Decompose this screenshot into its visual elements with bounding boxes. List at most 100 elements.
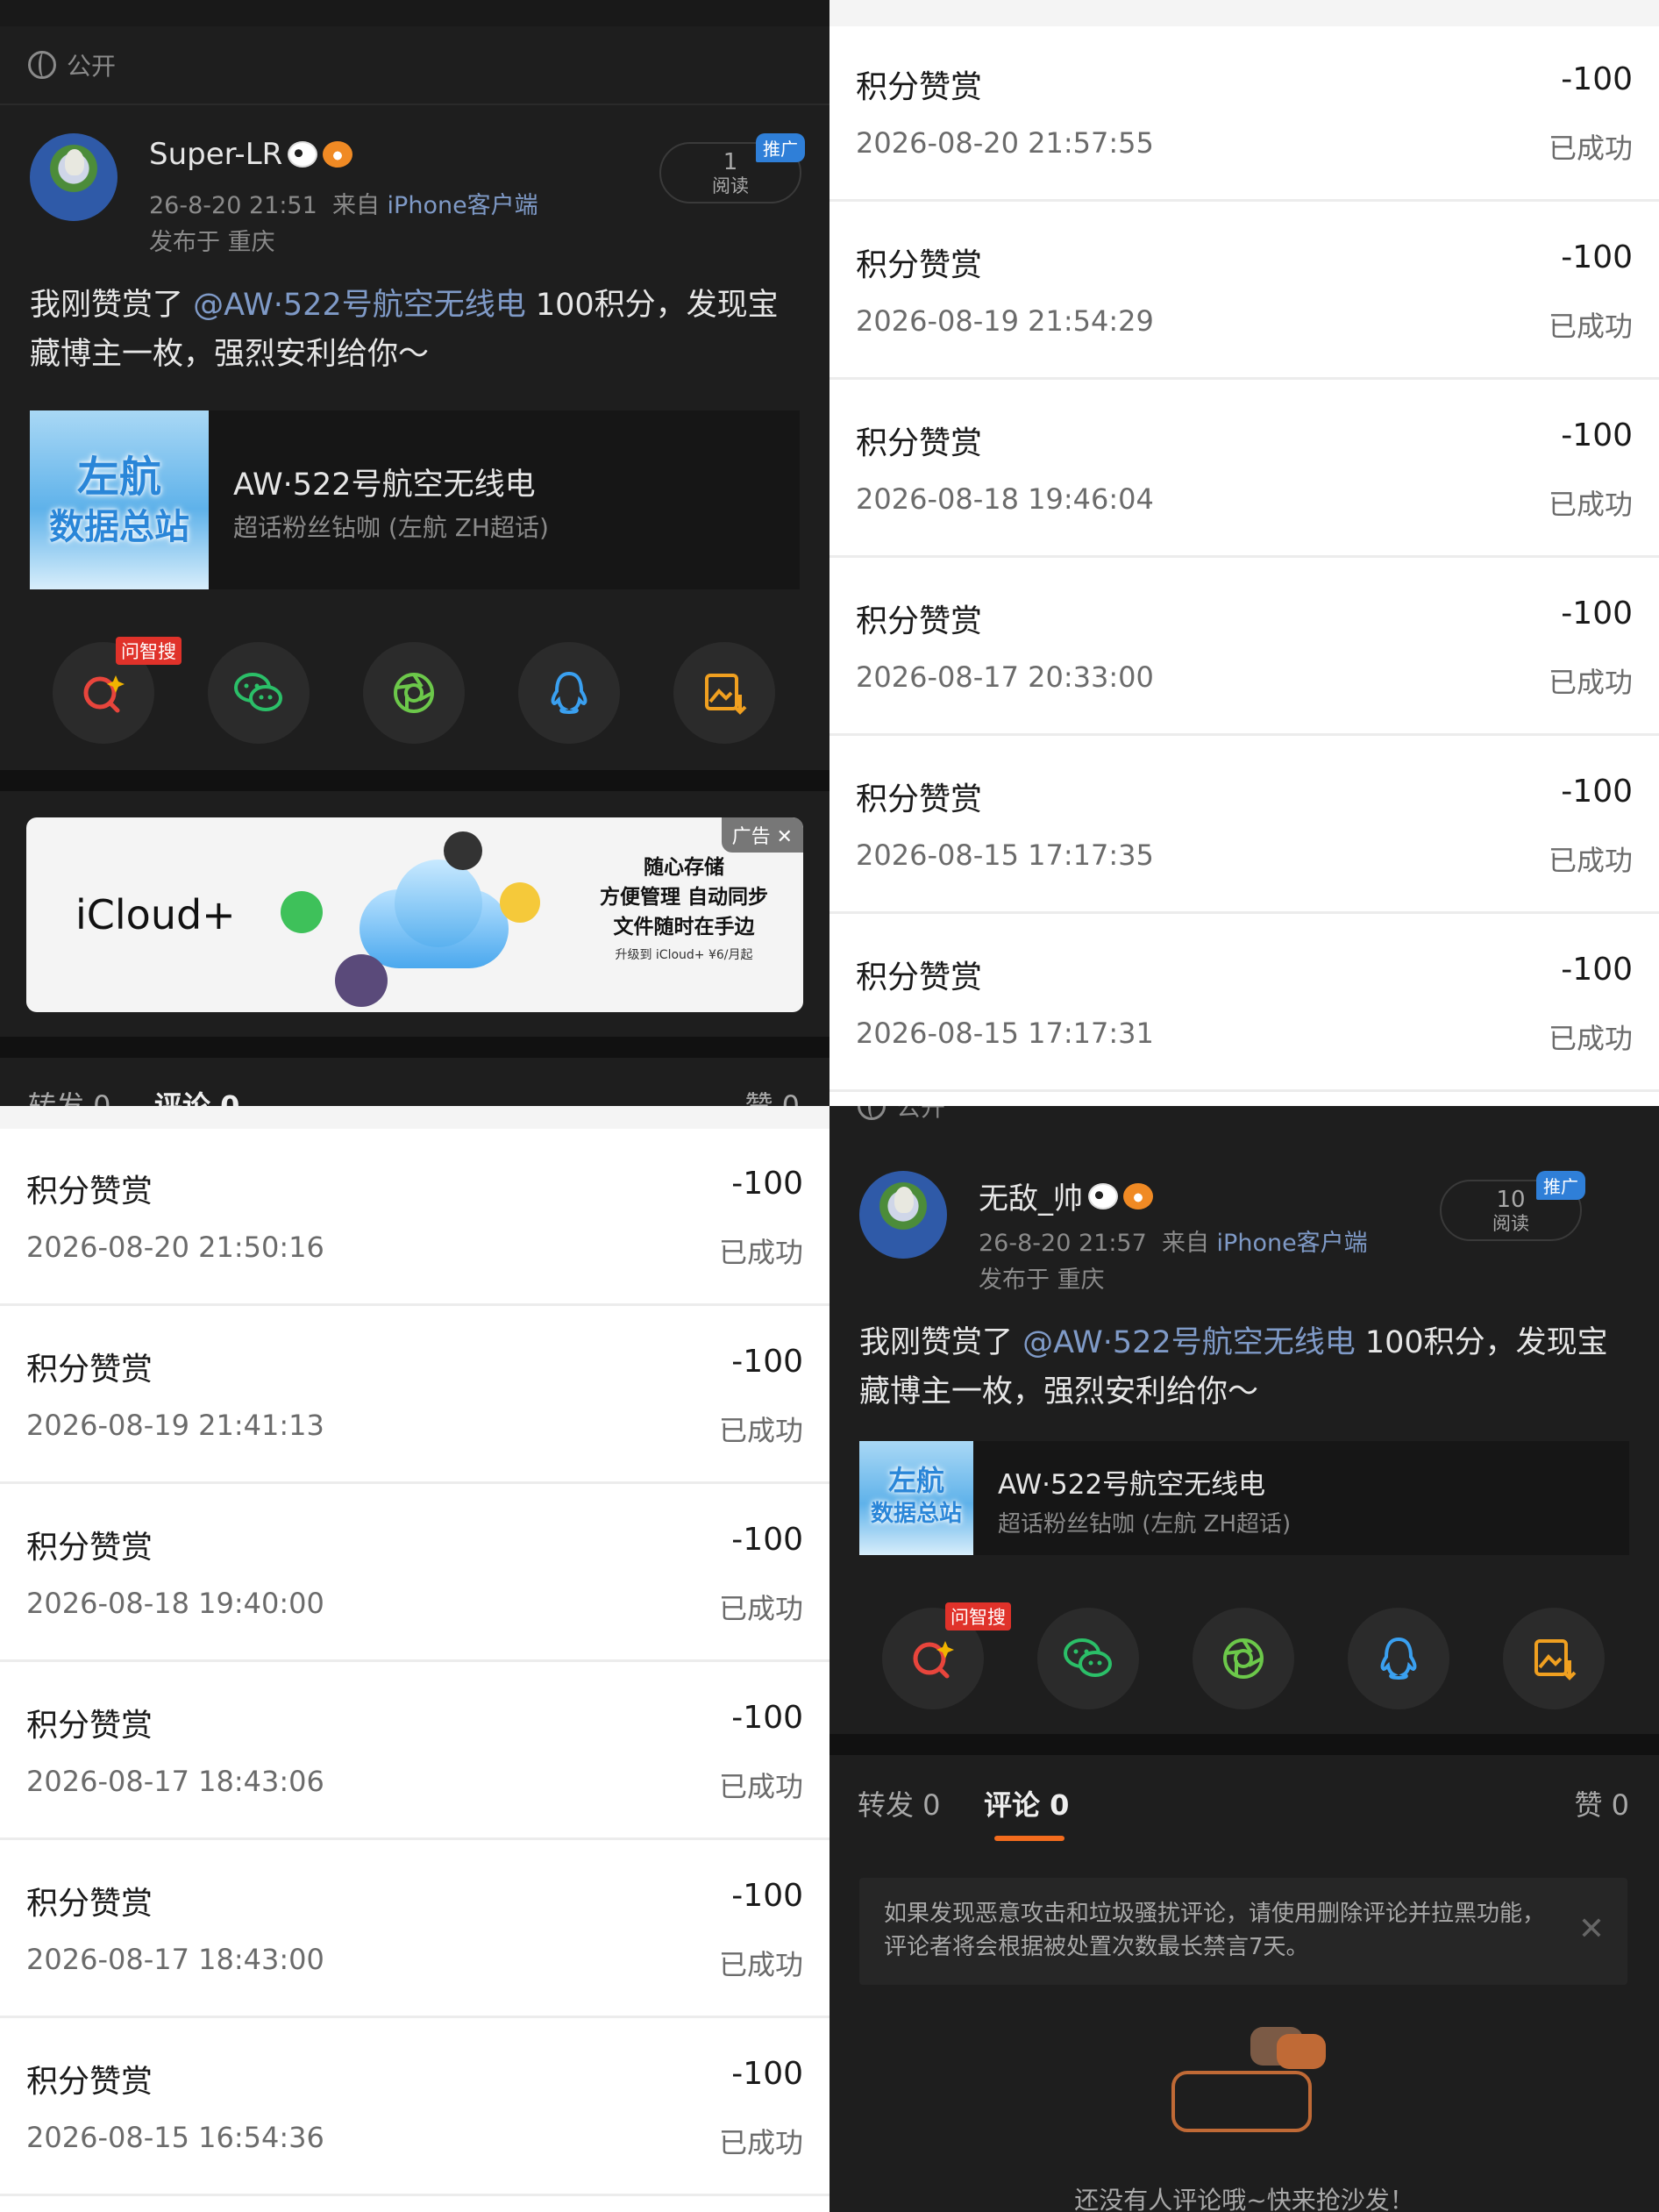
ledger-amount: -100 (731, 2056, 803, 2092)
ledger-row[interactable]: 积分赞赏 -100 2026-08-20 21:57:55 已成功 (830, 25, 1659, 202)
username-text: Super-LR (149, 137, 283, 172)
ai-search-icon (913, 1641, 954, 1679)
thumb-line1: 左航 (76, 453, 161, 502)
card-thumbnail: 左航 数据总站 (859, 1441, 973, 1555)
ad-close-tag[interactable]: 广告 ✕ (721, 817, 803, 853)
supertopic-card[interactable]: 左航 数据总站 AW·522号航空无线电 超话粉丝钻咖 (左航 ZH超话) (859, 1441, 1629, 1555)
save-image-button[interactable] (1503, 1608, 1605, 1709)
tab-like[interactable]: 赞 0 (1574, 1783, 1629, 1823)
post-text-prefix: 我刚赞赏了 (859, 1325, 1023, 1360)
ledger-amount: -100 (1561, 774, 1633, 810)
ledger-status: 已成功 (718, 1414, 803, 1447)
username[interactable]: Super-LR (149, 137, 353, 172)
ledger-date: 2026-08-15 17:17:35 (856, 838, 1154, 872)
ledger-row[interactable]: 积分赞赏 -100 2026-08-17 20:33:00 已成功 (830, 559, 1659, 736)
qq-icon (1380, 1637, 1417, 1680)
username[interactable]: 无敌_帅 (979, 1174, 1153, 1217)
ledger-row[interactable]: 积分赞赏 -100 2026-08-18 19:46:04 已成功 (830, 381, 1659, 558)
post-tabs: 转发 0 评论 0 赞 0 (28, 1084, 800, 1106)
top-bar-remnant (0, 0, 830, 26)
ledger-row[interactable]: 积分赞赏 -100 2026-08-17 18:43:00 已成功 (0, 1841, 830, 2018)
ledger-amount: -100 (731, 1166, 803, 1202)
from-label: 来自 (331, 192, 380, 219)
ledger-row[interactable]: 积分赞赏 -100 2026-08-15 17:17:31 已成功 (830, 915, 1659, 1092)
read-count-pill[interactable]: 1 阅读 推广 (659, 133, 805, 203)
ledger-date: 2026-08-19 21:41:13 (26, 1409, 324, 1442)
ad-fineprint: 升级到 iCloud+ ¥6/月起 (615, 948, 753, 962)
ad-copy: 随心存储 方便管理 自动同步 文件随时在手边 (587, 853, 780, 942)
ledger-status: 已成功 (718, 1592, 803, 1625)
ledger-title: 积分赞赏 (26, 1352, 153, 1388)
post-header: 无敌_帅 26-8-20 21:57 来自 iPhone客户端 发布于 重庆 1… (859, 1171, 1631, 1294)
avatar[interactable] (30, 133, 117, 221)
wechat-icon (1064, 1638, 1112, 1677)
ledger-status: 已成功 (718, 1948, 803, 1981)
qq-icon (551, 671, 587, 715)
qq-share-button[interactable] (1348, 1608, 1449, 1709)
ledger-date: 2026-08-15 16:54:36 (26, 2121, 324, 2154)
mention-link[interactable]: @AW·522号航空无线电 (193, 288, 526, 323)
share-row: 问智搜 (882, 1602, 1610, 1709)
tab-comment[interactable]: 评论 0 (984, 1783, 1069, 1823)
ledger-date: 2026-08-18 19:46:04 (856, 482, 1154, 516)
ledger-row[interactable]: 积分赞赏 -100 2026-08-17 18:43:06 已成功 (0, 1663, 830, 1840)
ledger-amount: -100 (1561, 952, 1633, 988)
ledger-status: 已成功 (1548, 844, 1633, 877)
avatar-bubble-icon (335, 954, 388, 1007)
empty-sofa-icon (1163, 2027, 1338, 2141)
top-bar-remnant (0, 1106, 830, 1129)
tab-repost[interactable]: 转发 0 (858, 1783, 941, 1823)
fox-badge-icon (323, 141, 353, 168)
ledger-date: 2026-08-17 18:43:00 (26, 1943, 324, 1976)
moments-share-button[interactable] (363, 642, 465, 744)
globe-icon (28, 51, 56, 79)
ledger-amount: -100 (731, 1878, 803, 1914)
ad-banner[interactable]: iCloud+ 随心存储 方便管理 自动同步 文件随时在手边 升级到 iClou… (26, 817, 803, 1012)
ledger-status: 已成功 (1548, 488, 1633, 521)
moments-share-button[interactable] (1193, 1608, 1294, 1709)
post-text-prefix: 我刚赞赏了 (30, 288, 194, 323)
supertopic-card[interactable]: 左航 数据总站 AW·522号航空无线电 超话粉丝钻咖 (左航 ZH超话) (30, 410, 800, 589)
close-icon[interactable]: ✕ (1578, 1911, 1605, 1947)
post-source[interactable]: iPhone客户端 (1217, 1230, 1368, 1257)
ledger-date: 2026-08-15 17:17:31 (856, 1017, 1154, 1050)
moments-icon (1223, 1638, 1264, 1679)
wechat-share-button[interactable] (208, 642, 310, 744)
ledger-title: 积分赞赏 (856, 247, 983, 283)
ledger-row[interactable]: 积分赞赏 -100 2026-08-15 17:17:35 已成功 (830, 737, 1659, 914)
tab-comment[interactable]: 评论 0 (154, 1084, 239, 1106)
ledger-row[interactable]: 积分赞赏 -100 2026-08-15 16:54:36 已成功 (0, 2019, 830, 2196)
ledger-date: 2026-08-20 21:50:16 (26, 1231, 324, 1264)
ad-brand: iCloud+ (75, 891, 236, 938)
ledger-row[interactable]: 积分赞赏 -100 2026-08-19 21:54:29 已成功 (830, 203, 1659, 380)
ledger-status: 已成功 (718, 1770, 803, 1803)
qq-share-button[interactable] (518, 642, 620, 744)
tab-like[interactable]: 赞 0 (744, 1084, 800, 1106)
ledger-status: 已成功 (1548, 132, 1633, 165)
visibility-label: 公开 (67, 52, 117, 81)
ledger-amount: -100 (731, 1522, 803, 1558)
save-image-button[interactable] (673, 642, 775, 744)
tab-repost[interactable]: 转发 0 (28, 1084, 111, 1106)
card-title: AW·522号航空无线电 (233, 467, 536, 503)
wechat-icon (234, 673, 282, 711)
ledger-date: 2026-08-17 20:33:00 (856, 660, 1154, 694)
wechat-share-button[interactable] (1037, 1608, 1139, 1709)
ledger-row[interactable]: 积分赞赏 -100 2026-08-19 21:41:13 已成功 (0, 1307, 830, 1484)
avatar[interactable] (859, 1171, 947, 1259)
ledger-status: 已成功 (1548, 1022, 1633, 1055)
ledger-status: 已成功 (1548, 666, 1633, 699)
read-count-pill[interactable]: 10 阅读 推广 (1440, 1171, 1585, 1241)
ad-line2: 方便管理 自动同步 (599, 886, 768, 909)
from-label: 来自 (1161, 1230, 1209, 1257)
ledger-row[interactable]: 积分赞赏 -100 2026-08-20 21:50:16 已成功 (0, 1129, 830, 1306)
ledger-row[interactable]: 积分赞赏 -100 2026-08-18 19:40:00 已成功 (0, 1485, 830, 1662)
mention-link[interactable]: @AW·522号航空无线电 (1022, 1325, 1356, 1360)
card-title: AW·522号航空无线电 (998, 1469, 1266, 1501)
ledger-title: 积分赞赏 (26, 2064, 153, 2100)
section-gap (0, 1037, 830, 1058)
post-location: 发布于 重庆 (979, 1267, 1105, 1294)
card-thumbnail: 左航 数据总站 (30, 410, 209, 589)
ledger-amount: -100 (731, 1700, 803, 1736)
post-source[interactable]: iPhone客户端 (388, 192, 538, 219)
